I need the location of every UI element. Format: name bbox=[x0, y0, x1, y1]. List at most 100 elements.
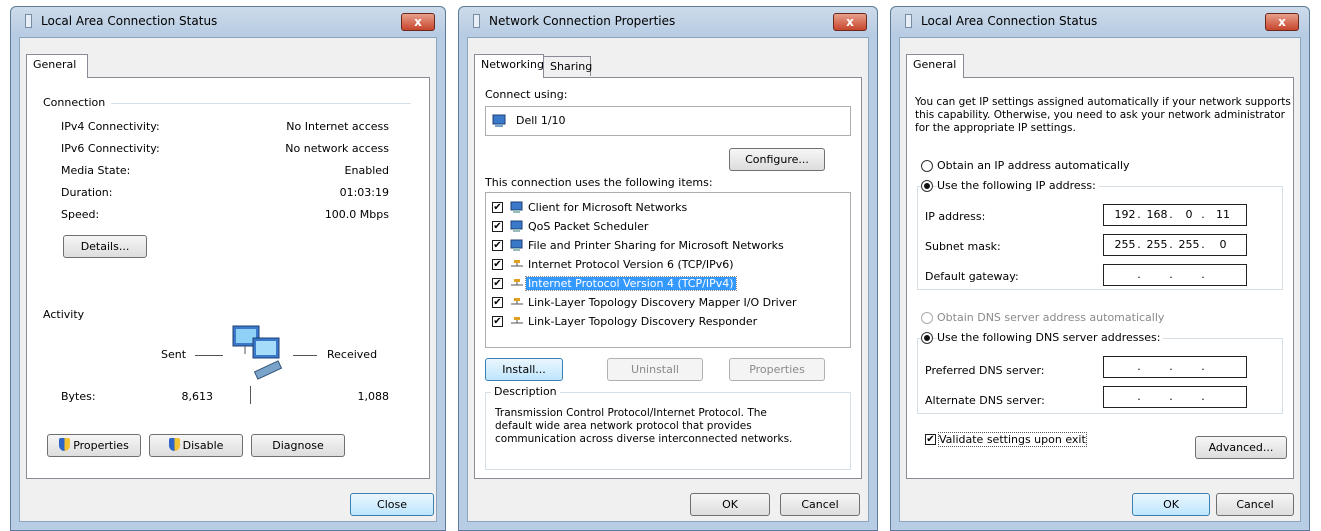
preferred-dns-label: Preferred DNS server: bbox=[925, 364, 1045, 377]
item-label: Internet Protocol Version 4 (TCP/IPv4) bbox=[525, 276, 737, 291]
ip-dot: . bbox=[1137, 360, 1141, 373]
local-area-connection-status-window: Local Area Connection Status x General C… bbox=[10, 6, 446, 531]
connection-divider bbox=[111, 103, 411, 104]
properties-button[interactable]: Properties bbox=[47, 434, 141, 457]
properties-button[interactable]: Properties bbox=[729, 358, 825, 381]
items-list[interactable]: ✔ Client for Microsoft Networks ✔ QoS Pa… bbox=[485, 192, 851, 348]
item-checkbox[interactable]: ✔ bbox=[492, 278, 503, 289]
item-checkbox[interactable]: ✔ bbox=[492, 316, 503, 327]
sent-label: Sent bbox=[161, 348, 187, 361]
close-window-button[interactable]: x bbox=[1265, 13, 1299, 31]
obtain-dns-auto-label: Obtain DNS server address automatically bbox=[937, 311, 1165, 324]
ip-address-label: IP address: bbox=[925, 210, 986, 223]
network-window-icon bbox=[905, 14, 912, 28]
duration-value: 01:03:19 bbox=[339, 186, 389, 199]
default-gateway-label: Default gateway: bbox=[925, 270, 1019, 283]
configure-button[interactable]: Configure... bbox=[729, 148, 825, 171]
bytes-sent-value: 8,613 bbox=[181, 390, 214, 403]
close-window-button[interactable]: x bbox=[833, 13, 867, 31]
ip-dot: . bbox=[1201, 238, 1205, 251]
dialog-body: Networking Sharing Connect using: Dell 1… bbox=[467, 37, 869, 522]
protocol-icon bbox=[511, 298, 523, 305]
connection-heading: Connection bbox=[43, 96, 106, 109]
connect-using-label: Connect using: bbox=[485, 88, 568, 101]
duration-label: Duration: bbox=[61, 186, 113, 199]
media-state-value: Enabled bbox=[344, 164, 389, 177]
obtain-ip-auto-label: Obtain an IP address automatically bbox=[937, 159, 1130, 172]
dialog-body: General You can get IP settings assigned… bbox=[899, 37, 1301, 522]
ip-settings-panel: You can get IP settings assigned automat… bbox=[906, 77, 1294, 479]
use-following-dns-radio[interactable] bbox=[921, 332, 933, 344]
dialog-body: General Connection IPv4 Connectivity: No… bbox=[19, 37, 437, 522]
cancel-button[interactable]: Cancel bbox=[1216, 493, 1294, 516]
network-service-icon bbox=[510, 239, 523, 251]
item-checkbox[interactable]: ✔ bbox=[492, 221, 503, 232]
uac-shield-icon bbox=[168, 438, 180, 451]
uninstall-button[interactable]: Uninstall bbox=[607, 358, 703, 381]
ipv4-connectivity-label: IPv4 Connectivity: bbox=[61, 120, 160, 133]
network-connection-properties-window: Network Connection Properties x Networki… bbox=[458, 6, 878, 531]
ip-dot: . bbox=[1137, 390, 1141, 403]
adapter-name: Dell 1/10 bbox=[516, 114, 566, 127]
ip-address-field[interactable]: 192. 168. 0. 11 bbox=[1103, 204, 1247, 226]
item-label: Link-Layer Topology Discovery Mapper I/O… bbox=[528, 296, 797, 309]
close-window-button[interactable]: x bbox=[401, 13, 435, 31]
ip-octet: 11 bbox=[1216, 208, 1230, 221]
use-following-ip-label: Use the following IP address: bbox=[937, 179, 1099, 192]
cancel-button[interactable]: Cancel bbox=[780, 493, 860, 516]
disable-button-label: Disable bbox=[182, 439, 224, 452]
tab-general[interactable]: General bbox=[26, 54, 88, 78]
ok-button[interactable]: OK bbox=[1132, 493, 1210, 516]
intro-text: You can get IP settings assigned automat… bbox=[915, 96, 1291, 134]
details-button[interactable]: Details... bbox=[63, 235, 147, 258]
obtain-dns-auto-radio[interactable] bbox=[921, 312, 933, 324]
use-following-ip-radio[interactable] bbox=[921, 180, 933, 192]
diagnose-button[interactable]: Diagnose bbox=[251, 434, 345, 457]
network-adapter-icon bbox=[492, 114, 506, 127]
alternate-dns-field[interactable]: . . . bbox=[1103, 386, 1247, 408]
install-button[interactable]: Install... bbox=[485, 358, 563, 381]
subnet-mask-label: Subnet mask: bbox=[925, 240, 1001, 253]
description-heading: Description bbox=[491, 385, 560, 398]
item-label: QoS Packet Scheduler bbox=[528, 220, 649, 233]
sent-line bbox=[195, 355, 223, 356]
alternate-dns-label: Alternate DNS server: bbox=[925, 394, 1045, 407]
close-button[interactable]: Close bbox=[350, 493, 434, 516]
bytes-received-value: 1,088 bbox=[357, 390, 390, 403]
item-checkbox[interactable]: ✔ bbox=[492, 240, 503, 251]
ip-dot: . bbox=[1201, 360, 1205, 373]
default-gateway-field[interactable]: . . . bbox=[1103, 264, 1247, 286]
window-title: Local Area Connection Status bbox=[921, 14, 1098, 28]
ip-dot: . bbox=[1169, 390, 1173, 403]
item-checkbox[interactable]: ✔ bbox=[492, 202, 503, 213]
title-bar[interactable]: Network Connection Properties x bbox=[459, 7, 877, 35]
item-checkbox[interactable]: ✔ bbox=[492, 259, 503, 270]
tab-general[interactable]: General bbox=[906, 54, 964, 78]
title-bar[interactable]: Local Area Connection Status x bbox=[11, 7, 445, 35]
disable-button[interactable]: Disable bbox=[149, 434, 243, 457]
validate-settings-label: Validate settings upon exit bbox=[938, 432, 1087, 447]
validate-settings-checkbox[interactable]: ✔ bbox=[925, 434, 936, 445]
protocol-icon bbox=[511, 279, 523, 286]
network-computers-icon bbox=[232, 325, 283, 380]
subnet-mask-field[interactable]: 255. 255. 255. 0 bbox=[1103, 234, 1247, 256]
general-panel: Connection IPv4 Connectivity: No Interne… bbox=[26, 77, 430, 479]
item-label: Link-Layer Topology Discovery Responder bbox=[528, 315, 758, 328]
tab-networking[interactable]: Networking bbox=[474, 54, 544, 78]
ip-dot: . bbox=[1201, 208, 1205, 221]
ok-button[interactable]: OK bbox=[690, 493, 770, 516]
use-following-dns-label: Use the following DNS server addresses: bbox=[937, 331, 1164, 344]
preferred-dns-field[interactable]: . . . bbox=[1103, 356, 1247, 378]
title-bar[interactable]: Local Area Connection Status x bbox=[891, 7, 1309, 35]
item-label: Client for Microsoft Networks bbox=[528, 201, 688, 214]
speed-value: 100.0 Mbps bbox=[324, 208, 389, 221]
network-window-icon bbox=[25, 14, 32, 28]
uac-shield-icon bbox=[59, 438, 71, 451]
obtain-ip-auto-radio[interactable] bbox=[921, 160, 933, 172]
advanced-button[interactable]: Advanced... bbox=[1195, 436, 1287, 459]
ip-dot: . bbox=[1169, 360, 1173, 373]
ip-settings-window: Local Area Connection Status x General Y… bbox=[890, 6, 1310, 531]
tab-sharing[interactable]: Sharing bbox=[543, 56, 592, 76]
item-checkbox[interactable]: ✔ bbox=[492, 297, 503, 308]
speed-label: Speed: bbox=[61, 208, 100, 221]
